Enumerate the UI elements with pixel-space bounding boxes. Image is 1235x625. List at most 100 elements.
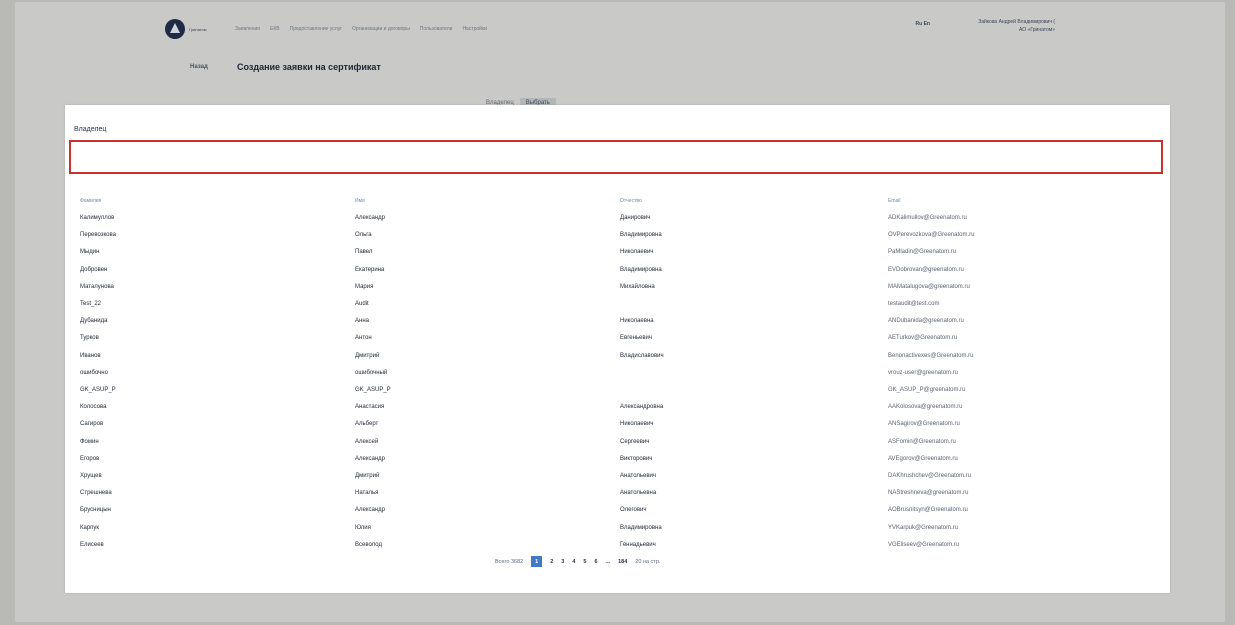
top-bar: Гринатом Заявления ЕКВ Предоставление ус… — [15, 2, 1225, 57]
cell-email: EVDobrovan@greenatom.ru — [888, 266, 964, 273]
column-header-patronymic[interactable]: Отчество — [620, 198, 642, 204]
cell-last-name: Турков — [80, 335, 99, 342]
cell-email: NAStreshneva@greenatom.ru — [888, 490, 969, 497]
cell-patronymic: Владимировна — [620, 232, 662, 239]
nav-item-organizations[interactable]: Организации и договоры — [352, 26, 410, 32]
page-button-3[interactable]: 3 — [561, 559, 564, 565]
cell-last-name: ошибочно — [80, 369, 108, 376]
user-name: Зайкова Андрей Владимирович ( — [978, 19, 1055, 25]
logo[interactable]: Гринатом — [165, 19, 207, 39]
page-ellipsis: ... — [605, 558, 611, 565]
cell-email: YVKarpuk@Greenatom.ru — [888, 524, 959, 531]
main-nav: Заявления ЕКВ Предоставление услуг Орган… — [235, 26, 487, 32]
per-page-select[interactable]: 20 на стр. — [635, 559, 660, 565]
cell-email: AETurkov@Greenatom.ru — [888, 335, 958, 342]
column-header-first-name[interactable]: Имя — [355, 198, 365, 204]
owner-input[interactable] — [69, 140, 1163, 174]
cell-first-name: Дмитрий — [355, 473, 380, 479]
page-button-1[interactable]: 1 — [531, 556, 543, 567]
cell-last-name: Карпук — [80, 524, 100, 531]
language-switch[interactable]: Ru En — [916, 21, 930, 27]
cell-first-name: ошибочный — [355, 369, 388, 376]
cell-email: AOBrusnitsyn@Greenatom.ru — [888, 507, 968, 514]
column-header-email[interactable]: Email — [888, 198, 901, 204]
cell-patronymic: Викторович — [620, 455, 653, 462]
pagination: Всего 3682 1 2 3 4 5 6 ... 184 20 на стр… — [495, 556, 660, 567]
cell-patronymic: Евгеньевич — [620, 335, 653, 342]
cell-patronymic: Николаевич — [620, 249, 654, 256]
cell-patronymic: Михайловна — [620, 283, 655, 290]
user-menu[interactable]: Зайкова Андрей Владимирович ( АО «Гринат… — [978, 18, 1055, 34]
cell-email: ADKalimullov@Greenatom.ru — [888, 215, 967, 221]
logo-text: Гринатом — [189, 26, 207, 32]
page-button-last[interactable]: 184 — [618, 559, 627, 565]
cell-last-name: Перевозкова — [80, 232, 116, 239]
cell-patronymic: Николаевич — [620, 421, 654, 428]
page-button-5[interactable]: 5 — [583, 559, 586, 565]
cell-first-name: Альберт — [355, 421, 379, 428]
cell-email: GK_ASUP_P@greenatom.ru — [888, 387, 966, 393]
cell-last-name: Мыдин — [80, 249, 100, 256]
cell-patronymic: Владимировна — [620, 266, 662, 273]
cell-first-name: Ольга — [355, 232, 372, 239]
cell-first-name: Анна — [355, 318, 369, 325]
cell-last-name: Маталунова — [80, 283, 114, 290]
cell-first-name: Александр — [355, 507, 386, 514]
back-link[interactable]: Назад — [190, 64, 208, 70]
column-header-last-name[interactable]: Фамилия — [80, 198, 101, 204]
cell-first-name: Павел — [355, 249, 373, 256]
page-button-6[interactable]: 6 — [594, 559, 597, 565]
nav-item-users[interactable]: Пользователи — [420, 26, 453, 32]
cell-last-name: Добровен — [80, 266, 108, 273]
cell-email: DAKhrushchev@Greenatom.ru — [888, 473, 972, 479]
cell-patronymic: Владиславович — [620, 352, 664, 359]
cell-last-name: Test_22 — [80, 301, 102, 307]
cell-patronymic: Данирович — [620, 215, 651, 221]
cell-patronymic: Николаевна — [620, 318, 654, 325]
page-button-2[interactable]: 2 — [550, 559, 553, 565]
cell-first-name: Дмитрий — [355, 352, 380, 359]
nav-item-services[interactable]: Предоставление услуг — [290, 26, 342, 32]
owner-label: Владелец — [74, 126, 107, 133]
nav-item-ekv[interactable]: ЕКВ — [270, 26, 280, 32]
cell-last-name: Егоров — [80, 455, 100, 462]
cell-email: VGEliseev@Greenatom.ru — [888, 541, 960, 548]
cell-last-name: Елисеев — [80, 541, 104, 548]
cell-first-name: Юлия — [355, 524, 371, 531]
cell-patronymic: Геннадьевич — [620, 541, 656, 548]
cell-first-name: Александр — [355, 215, 386, 221]
nav-item-statements[interactable]: Заявления — [235, 26, 260, 32]
cell-email: ANDubanida@greenatom.ru — [888, 318, 964, 325]
cell-last-name: Сагиров — [80, 421, 104, 428]
cell-email: AVEgorov@Greenatom.ru — [888, 455, 958, 462]
logo-icon — [165, 19, 185, 39]
cell-last-name: Дубанида — [80, 318, 108, 325]
cell-email: Benonactivexes@Greenatom.ru — [888, 352, 974, 359]
cell-email: PaMladin@Greenatom.ru — [888, 249, 957, 256]
cell-patronymic: Олегович — [620, 507, 647, 514]
cell-first-name: Антон — [355, 335, 372, 342]
page-button-4[interactable]: 4 — [572, 559, 575, 565]
cell-patronymic: Владимировна — [620, 524, 662, 531]
nav-item-settings[interactable]: Настройки — [462, 26, 487, 32]
cell-patronymic: Анатольевич — [620, 473, 657, 479]
cell-last-name: Стрешнева — [80, 490, 112, 497]
cell-last-name: GK_ASUP_P — [80, 387, 116, 393]
pagination-total: Всего 3682 — [495, 558, 524, 565]
cell-email: ASFomin@Greenatom.ru — [888, 438, 956, 445]
cell-last-name: Брусницын — [80, 507, 111, 514]
owner-panel: Владелец Фамилия Имя Отчество Email Калимулл… — [65, 105, 1170, 593]
cell-first-name: Алексей — [355, 438, 379, 445]
cell-patronymic: Александровна — [620, 404, 664, 411]
cell-first-name: GK_ASUP_P — [355, 387, 391, 393]
cell-patronymic: Сергеевич — [620, 438, 650, 445]
cell-email: OVPerevozkova@Greenatom.ru — [888, 232, 975, 239]
user-org: АО «Гринатом» — [1019, 27, 1055, 33]
cell-email: AAKolosova@greenatom.ru — [888, 404, 963, 411]
cell-email: MAMatalugova@greenatom.ru — [888, 283, 970, 290]
cell-first-name: Екатерина — [355, 266, 385, 273]
cell-last-name: Хрущев — [80, 473, 102, 479]
page-title: Создание заявки на сертификат — [237, 62, 381, 72]
cell-email: vrouz-user@greenatom.ru — [888, 369, 959, 376]
cell-first-name: Александр — [355, 455, 386, 462]
